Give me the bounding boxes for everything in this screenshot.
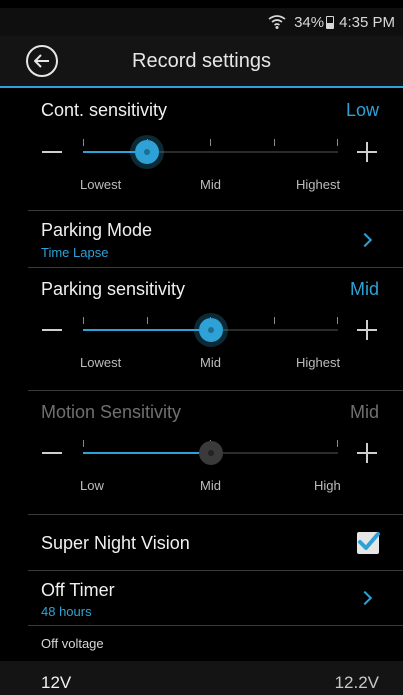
parking-sensitivity-decrease-button[interactable] [42, 320, 62, 340]
scale-label-low: Lowest [80, 355, 122, 370]
clock: 4:35 PM [339, 13, 395, 31]
slider-thumb[interactable] [134, 140, 159, 164]
slider-tick [83, 139, 84, 146]
app-bar: Record settings [0, 36, 403, 88]
wifi-icon [268, 15, 286, 29]
cont-sensitivity-decrease-button[interactable] [42, 142, 62, 162]
scale-label-mid: Mid [200, 478, 221, 493]
super-night-vision-label: Super Night Vision [41, 533, 190, 553]
off-timer-label: Off Timer [41, 580, 115, 600]
slider-tick [337, 317, 338, 324]
motion-sensitivity-label: Motion Sensitivity [41, 402, 182, 422]
off-timer-value: 48 hours [41, 604, 92, 619]
scale-label-high: Highest [296, 177, 341, 192]
voltage-row[interactable]: 12V 12.2V [0, 661, 403, 695]
motion-sensitivity-slider[interactable] [83, 440, 338, 465]
parking-sensitivity-increase-button[interactable] [357, 320, 377, 340]
parking-sensitivity-label: Parking sensitivity [41, 279, 186, 299]
chevron-right-icon [357, 232, 373, 248]
slider-thumb[interactable] [198, 441, 223, 465]
status-bar: 34% 4:35 PM [0, 8, 403, 36]
battery-percent: 34% [294, 13, 325, 31]
scale-label-high: High [314, 478, 341, 493]
divider [28, 390, 403, 391]
parking-mode-row[interactable]: Parking Mode Time Lapse [0, 211, 403, 267]
parking-sensitivity-value: Mid [349, 279, 379, 299]
scale-label-mid: Mid [200, 355, 221, 370]
off-timer-row[interactable]: Off Timer 48 hours [0, 571, 403, 625]
slider-tick [83, 440, 84, 447]
cont-sensitivity-label: Cont. sensitivity [41, 100, 168, 120]
off-voltage-label: Off voltage [41, 636, 104, 651]
super-night-vision-checkbox[interactable] [357, 532, 380, 554]
cont-sensitivity-slider[interactable] [83, 139, 338, 164]
cont-sensitivity-increase-button[interactable] [357, 142, 377, 162]
slider-fill [83, 329, 211, 331]
chevron-right-icon [357, 590, 373, 606]
motion-sensitivity-increase-button[interactable] [357, 443, 377, 463]
parking-mode-value: Time Lapse [41, 245, 109, 260]
battery-icon [326, 15, 335, 29]
off-voltage-header: Off voltage [0, 626, 403, 660]
slider-tick [147, 317, 148, 324]
super-night-vision-row[interactable]: Super Night Vision [0, 515, 403, 570]
slider-tick [210, 139, 211, 146]
checkmark-icon [358, 532, 380, 550]
slider-fill [83, 452, 211, 454]
slider-tick [274, 139, 275, 146]
slider-tick [337, 139, 338, 146]
arrow-left-icon [34, 54, 49, 68]
parking-mode-label: Parking Mode [41, 220, 153, 240]
voltage-current-value: 12.2V [334, 673, 379, 692]
scale-label-low: Lowest [80, 177, 122, 192]
scale-label-low: Low [80, 478, 104, 493]
slider-tick [337, 440, 338, 447]
scale-label-high: Highest [296, 355, 341, 370]
scale-label-mid: Mid [200, 177, 221, 192]
voltage-setting-value: 12V [41, 673, 72, 692]
cont-sensitivity-value: Low [345, 100, 379, 120]
parking-sensitivity-slider[interactable] [83, 317, 338, 342]
slider-tick [274, 317, 275, 324]
divider [28, 267, 403, 268]
slider-tick [83, 317, 84, 324]
page-title: Record settings [132, 49, 271, 72]
motion-sensitivity-value: Mid [349, 402, 379, 422]
slider-thumb[interactable] [198, 318, 223, 342]
motion-sensitivity-decrease-button[interactable] [42, 443, 62, 463]
back-button[interactable] [26, 45, 58, 77]
